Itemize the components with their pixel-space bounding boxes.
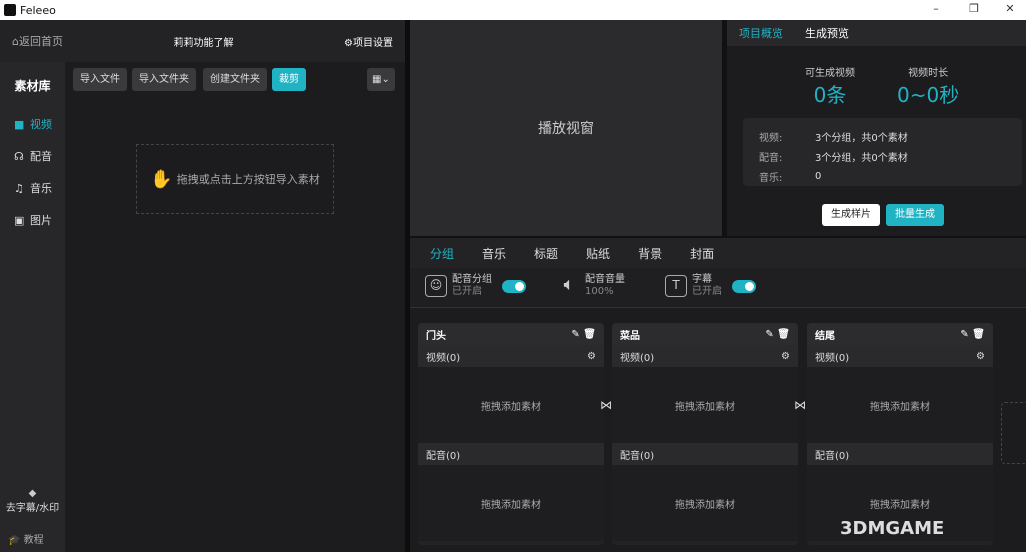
- app-logo-icon: [4, 4, 16, 16]
- image-icon: ▣: [14, 213, 25, 227]
- tab-cover[interactable]: 封面: [690, 245, 714, 262]
- tab-background[interactable]: 背景: [638, 245, 662, 262]
- group-card: 门头 ✎ 🗑︎ 视频(0) ⚙ 拖拽添加素材 配音(0) 拖拽添加素材: [418, 323, 604, 545]
- close-icon[interactable]: ✕: [1000, 2, 1020, 15]
- title-bar: Feleeo – ❐ ✕: [0, 0, 1026, 20]
- sidebar-item-music[interactable]: ♫ 音乐: [0, 172, 65, 204]
- gear-icon[interactable]: ⚙: [587, 351, 596, 362]
- gear-icon[interactable]: ⚙: [781, 351, 790, 362]
- crop-button[interactable]: 裁剪: [272, 68, 306, 91]
- video-count-stat: 可生成视频 0条: [805, 68, 855, 107]
- eraser-icon: ◆: [28, 488, 37, 499]
- hand-icon: ✋: [150, 168, 173, 190]
- home-icon: ⌂: [12, 35, 19, 48]
- edit-icon[interactable]: ✎: [960, 329, 968, 340]
- link-icon[interactable]: ⋈: [600, 398, 612, 412]
- generate-sample-button[interactable]: 生成样片: [822, 204, 880, 226]
- sidebar-item-video[interactable]: ■ 视频: [0, 108, 65, 140]
- restore-icon[interactable]: ❐: [964, 2, 984, 15]
- tab-generate-preview[interactable]: 生成预览: [805, 25, 849, 41]
- tab-project-overview[interactable]: 项目概览: [739, 25, 783, 41]
- add-group-button[interactable]: [1001, 402, 1026, 464]
- group-card: 结尾 ✎ 🗑︎ 视频(0) ⚙ 拖拽添加素材 配音(0) 拖拽添加素材: [807, 323, 993, 545]
- window-title: Feleeo: [20, 3, 56, 17]
- edit-icon[interactable]: ✎: [571, 329, 579, 340]
- tab-title[interactable]: 标题: [534, 245, 558, 262]
- link-icon[interactable]: ⋈: [794, 398, 806, 412]
- project-name: 莉莉功能了解: [173, 37, 234, 49]
- tab-sticker[interactable]: 贴纸: [586, 245, 610, 262]
- watermark-logo: 3DMGAME: [840, 518, 945, 539]
- subtitle-switch[interactable]: [732, 279, 756, 293]
- tab-group[interactable]: 分组: [430, 245, 454, 262]
- project-settings-button[interactable]: ⚙项目设置: [344, 34, 393, 49]
- create-folder-button[interactable]: 创建文件夹: [203, 68, 267, 91]
- batch-generate-button[interactable]: 批量生成: [886, 204, 944, 226]
- trash-icon[interactable]: 🗑︎: [583, 329, 596, 340]
- tutorial-button[interactable]: 🎓 教程: [8, 531, 44, 546]
- voice-group-toggle[interactable]: ☺ 配音分组 已开启: [425, 274, 526, 298]
- subtitle-toggle[interactable]: T 字幕 已开启: [665, 274, 756, 298]
- graduation-cap-icon: 🎓: [8, 535, 21, 546]
- music-icon: ♫: [14, 181, 24, 195]
- overview-panel: 项目概览 生成预览 可生成视频 0条 视频时长 0~0秒 视频: 3个分组，共0个素材…: [727, 20, 1026, 236]
- voice-icon: ☊: [14, 149, 24, 163]
- remove-watermark-button[interactable]: ◆ 去字幕/水印: [0, 488, 65, 514]
- player-window[interactable]: 播放视窗: [410, 20, 722, 236]
- import-folder-button[interactable]: 导入文件夹: [132, 68, 196, 91]
- trash-icon[interactable]: 🗑︎: [777, 329, 790, 340]
- voice-person-icon: ☺: [425, 275, 447, 297]
- tab-music[interactable]: 音乐: [482, 245, 506, 262]
- view-mode-button[interactable]: ▦⌄: [367, 68, 395, 91]
- sidebar-title: 素材库: [14, 79, 51, 93]
- group-card: 菜品 ✎ 🗑︎ 视频(0) ⚙ 拖拽添加素材 配音(0) 拖拽添加素材: [612, 323, 798, 545]
- trash-icon[interactable]: 🗑︎: [972, 329, 985, 340]
- sidebar: 素材库 ■ 视频 ☊ 配音 ♫ 音乐 ▣ 图片 ◆ 去字幕/水印 🎓 教程: [0, 62, 65, 552]
- speaker-icon: 🔈︎: [563, 274, 575, 295]
- video-dropzone[interactable]: 拖拽添加素材: [807, 367, 993, 443]
- voice-volume-control[interactable]: 🔈︎ 配音音量 100%: [558, 274, 625, 298]
- video-icon: ■: [14, 117, 25, 131]
- audio-dropzone[interactable]: 拖拽添加素材: [418, 465, 604, 541]
- video-dropzone[interactable]: 拖拽添加素材: [612, 367, 798, 443]
- video-duration-stat: 视频时长 0~0秒: [897, 68, 960, 107]
- sidebar-item-image[interactable]: ▣ 图片: [0, 204, 65, 236]
- voice-group-switch[interactable]: [502, 279, 526, 293]
- text-icon: T: [665, 275, 687, 297]
- gear-icon: ⚙: [344, 37, 353, 49]
- video-dropzone[interactable]: 拖拽添加素材: [418, 367, 604, 443]
- edit-icon[interactable]: ✎: [765, 329, 773, 340]
- left-header: ⌂返回首页 莉莉功能了解 ⚙项目设置: [0, 20, 405, 62]
- import-file-button[interactable]: 导入文件: [73, 68, 127, 91]
- chevron-down-icon: ⌄: [381, 74, 390, 85]
- minimize-icon[interactable]: –: [926, 2, 946, 15]
- back-home-button[interactable]: ⌂返回首页: [12, 33, 63, 49]
- library-content: 导入文件 导入文件夹 创建文件夹 裁剪 ▦⌄ ✋ 拖拽或点击上方按钮导入素材: [65, 62, 405, 552]
- sidebar-item-voice[interactable]: ☊ 配音: [0, 140, 65, 172]
- gear-icon[interactable]: ⚙: [976, 351, 985, 362]
- audio-dropzone[interactable]: 拖拽添加素材: [612, 465, 798, 541]
- editor-panel: 分组 音乐 标题 贴纸 背景 封面 ☺ 配音分组 已开启 🔈︎ 配音音量 100% T字…: [410, 238, 1026, 552]
- import-dropzone[interactable]: ✋ 拖拽或点击上方按钮导入素材: [136, 144, 334, 214]
- summary-box: 视频: 3个分组，共0个素材 配音: 3个分组，共0个素材 音乐: 0: [743, 118, 1022, 186]
